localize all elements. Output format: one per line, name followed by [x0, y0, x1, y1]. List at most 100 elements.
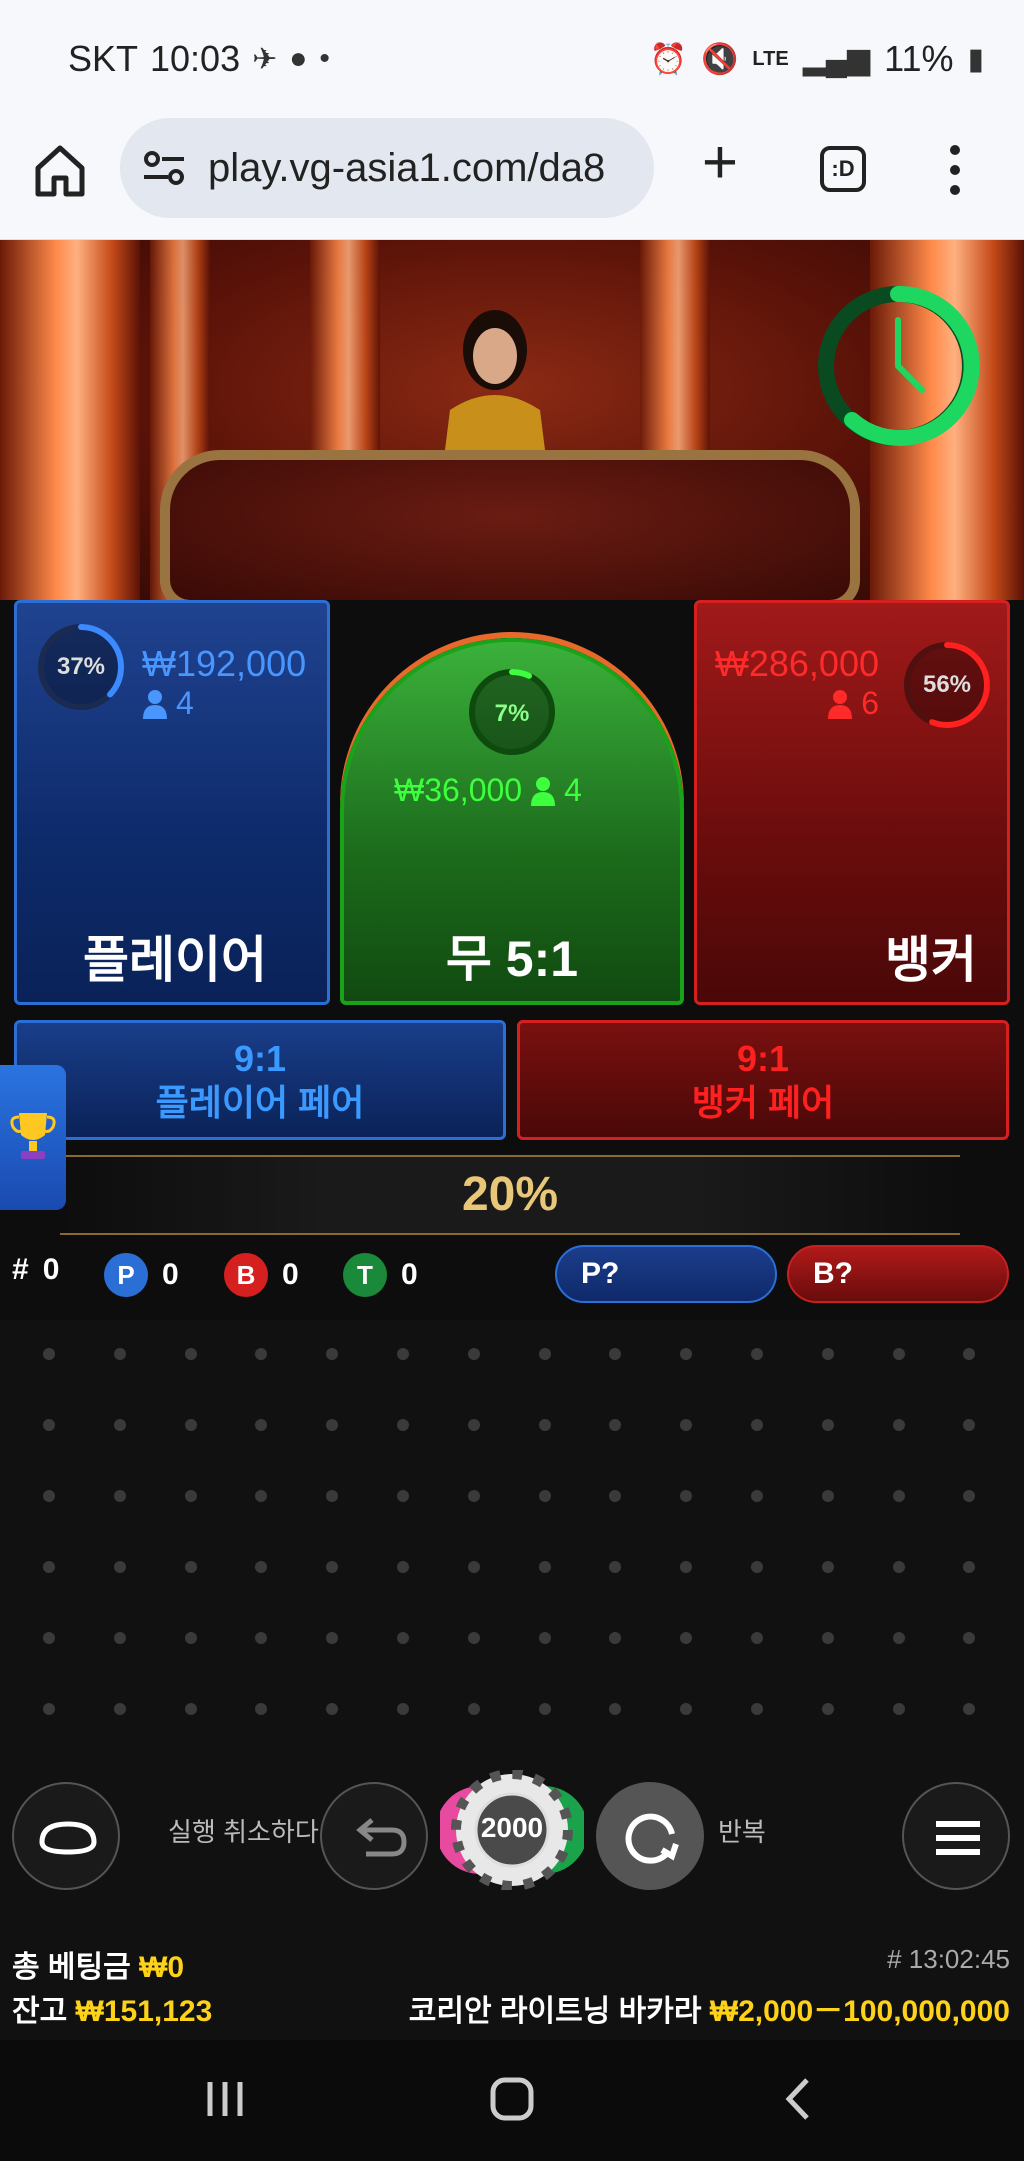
player-predict-button[interactable]: P?: [555, 1245, 777, 1303]
player-pair-bet-spot[interactable]: 9:1 플레이어 페어: [14, 1020, 506, 1140]
back-icon[interactable]: [775, 2074, 825, 2124]
player-bet-spot[interactable]: 37% ₩192,000 4 플레이어: [14, 600, 330, 1005]
roadmap-cell: [326, 1632, 339, 1644]
status-right: ⏰ 🔇 LTE ▂▄▆ 11% ▮: [650, 38, 984, 80]
roadmap-cell: [397, 1632, 409, 1644]
roadmap-cell: [113, 1348, 126, 1360]
more-vert-icon[interactable]: [940, 140, 970, 200]
betting-area: 37% ₩192,000 4 플레이어 56% ₩286,000 6 뱅커 7%…: [0, 600, 1024, 1320]
player-percent: 37%: [56, 653, 106, 680]
banker-bettor-count: 6: [861, 685, 879, 721]
recents-icon[interactable]: [200, 2074, 250, 2124]
chip-value: 2000: [480, 1812, 544, 1843]
carrier: SKT: [68, 38, 139, 79]
roadmap-cell: [326, 1490, 339, 1502]
roadmap-cell: [43, 1561, 55, 1573]
roadmap-cell: [326, 1348, 339, 1360]
roadmap-cell: [821, 1561, 834, 1573]
url-bar[interactable]: play.vg-asia1.com/da8: [120, 118, 654, 218]
roadmap-cell: [113, 1419, 126, 1431]
roadmap-cell: [397, 1348, 409, 1360]
roadmap-cell: [397, 1561, 409, 1573]
roadmap-cell: [821, 1703, 834, 1715]
roadmap-cell: [751, 1490, 763, 1502]
home-icon[interactable]: [30, 140, 90, 200]
roadmap-cell: [680, 1419, 693, 1431]
roadmap-grid: [0, 1320, 1024, 1720]
roadmap-cell: [609, 1561, 622, 1573]
banker-label: 뱅커: [885, 932, 977, 988]
tie-label: 무 5:1: [445, 931, 579, 987]
roadmap-cell: [751, 1348, 763, 1360]
leaderboard-tab[interactable]: [0, 1065, 66, 1210]
table-name: 코리안 라이트닝 바카라: [408, 1995, 702, 2028]
won-icon: ●: [289, 42, 308, 75]
roadmap-cell: [184, 1419, 197, 1431]
lightning-percent: 20%: [461, 1168, 559, 1221]
plus-icon[interactable]: +: [690, 132, 750, 195]
repeat-button[interactable]: [596, 1782, 704, 1890]
results-counter-row: # 0 P 0 B 0 T 0 P? B?: [0, 1245, 1024, 1305]
tie-badge: T: [343, 1253, 387, 1297]
roadmap-cell: [680, 1348, 693, 1360]
roadmap-cell: [751, 1419, 763, 1431]
roadmap-cell: [467, 1703, 480, 1715]
roadmap-cell: [892, 1703, 905, 1715]
undo-button[interactable]: [320, 1782, 428, 1890]
bet-limits: ₩2,000－100,000,000: [709, 1995, 1010, 2028]
player-amount: ₩192,000: [142, 643, 307, 684]
banker-bet-spot[interactable]: 56% ₩286,000 6 뱅커: [694, 600, 1010, 1005]
status-left: SKT 10:03 ✈ ● •: [68, 38, 330, 80]
roadmap-cell: [538, 1348, 551, 1360]
status-bar: SKT 10:03 ✈ ● • ⏰ 🔇 LTE ▂▄▆ 11% ▮: [0, 0, 1024, 110]
undo-label: 실행 취소하다: [168, 1817, 319, 1847]
tabs-icon[interactable]: :D: [820, 146, 866, 192]
baccarat-table: [160, 450, 860, 610]
banker-stats: ₩286,000 6: [715, 643, 879, 722]
player-pair-label: 플레이어 페어: [155, 1082, 365, 1123]
roadmap-cell: [397, 1490, 409, 1502]
roadmap-cell: [467, 1348, 480, 1360]
repeat-icon: [625, 1813, 679, 1864]
roadmap-cell: [963, 1632, 976, 1644]
roadmap-cell: [43, 1703, 55, 1715]
roadmap-cell: [963, 1490, 976, 1502]
roadmap-cell: [609, 1490, 622, 1502]
player-wins-counter: P 0: [104, 1253, 179, 1297]
roadmap-cell: [821, 1632, 834, 1644]
clock-time: 10:03: [150, 38, 241, 79]
roadmap-cell: [467, 1632, 480, 1644]
roadmap-cell: [43, 1348, 55, 1360]
pillar-left: [0, 240, 140, 610]
tie-wins-counter: T 0: [343, 1253, 418, 1297]
tie-amount: ₩36,000: [394, 772, 523, 808]
roadmap-cell: [184, 1561, 197, 1573]
roadmap-cell: [43, 1419, 55, 1431]
person-icon: [531, 776, 556, 806]
roadmap-cell: [467, 1419, 480, 1431]
roadmap-cell: [467, 1561, 480, 1573]
banker-pair-bet-spot[interactable]: 9:1 뱅커 페어: [517, 1020, 1009, 1140]
tune-icon[interactable]: [140, 143, 190, 193]
roadmap-cell: [963, 1703, 976, 1715]
roadmap-cell: [680, 1703, 693, 1715]
table-view-button[interactable]: [12, 1782, 120, 1890]
roadmap-cell: [113, 1632, 126, 1644]
roadmap-cell: [538, 1703, 551, 1715]
tie-bet-spot[interactable]: 7% ₩36,000 4 무 5:1: [340, 638, 684, 1005]
roadmap-cell: [892, 1490, 905, 1502]
rounds-label: #: [12, 1253, 29, 1286]
dot-icon: •: [319, 42, 330, 75]
roadmap-cell: [892, 1561, 905, 1573]
repeat-label: 반복: [718, 1817, 766, 1847]
roadmap-cell: [680, 1490, 693, 1502]
roadmap-cell: [397, 1703, 409, 1715]
oval-table-icon: [39, 1821, 97, 1855]
person-icon: [143, 689, 167, 719]
alarm-icon: ⏰: [649, 42, 688, 76]
menu-button[interactable]: [902, 1782, 1010, 1890]
roadmap-cell: [892, 1348, 905, 1360]
banker-predict-button[interactable]: B?: [787, 1245, 1009, 1303]
roadmap-cell: [821, 1419, 834, 1431]
home-nav-icon[interactable]: [487, 2074, 537, 2124]
